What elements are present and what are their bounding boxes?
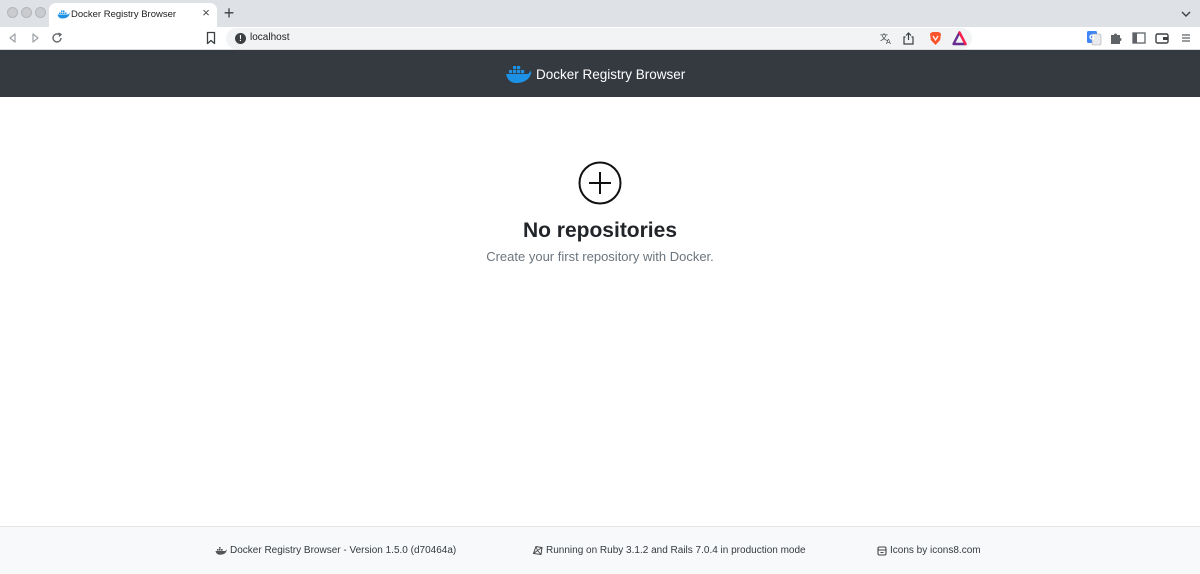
docker-whale-icon	[57, 10, 70, 19]
tab-close-icon[interactable]: ×	[199, 6, 213, 20]
new-tab-button[interactable]: +	[221, 4, 237, 22]
window-close-button[interactable]	[7, 7, 18, 18]
empty-state: No repositories Create your first reposi…	[0, 160, 1200, 264]
wallet-icon[interactable]	[1154, 30, 1170, 46]
browser-tab-strip: Docker Registry Browser × +	[0, 0, 1200, 27]
plus-circle-icon	[578, 161, 622, 205]
translate-icon[interactable]: 文 A	[879, 31, 894, 46]
svg-text:G: G	[1089, 34, 1095, 42]
bookmark-icon[interactable]	[205, 31, 217, 45]
reload-icon[interactable]	[50, 31, 64, 45]
sidebar-toggle-icon[interactable]	[1131, 30, 1147, 46]
window-zoom-button[interactable]	[35, 7, 46, 18]
footer-runtime-text: Running on Ruby 3.1.2 and Rails 7.0.4 in…	[546, 545, 806, 556]
menu-icon[interactable]	[1178, 30, 1194, 46]
empty-state-title: No repositories	[522, 219, 678, 242]
footer-credits: Icons by icons8.com	[877, 545, 981, 556]
back-arrow-icon[interactable]	[6, 31, 20, 45]
brand-link[interactable]: Docker Registry Browser	[505, 63, 685, 85]
docker-whale-icon	[215, 547, 227, 555]
app-navbar: Docker Registry Browser	[0, 50, 1200, 97]
ruby-gem-icon	[532, 545, 543, 556]
puzzle-extensions-icon[interactable]	[1108, 30, 1124, 46]
brave-rewards-icon[interactable]	[952, 31, 967, 46]
forward-arrow-icon[interactable]	[28, 31, 42, 45]
chevron-down-icon[interactable]	[1180, 8, 1192, 20]
svg-text:A: A	[886, 38, 891, 46]
footer-version-text: Docker Registry Browser - Version 1.5.0 …	[230, 545, 457, 556]
info-icon[interactable]: !	[235, 33, 246, 44]
brand-name: Docker Registry Browser	[536, 66, 686, 82]
footer-runtime: Running on Ruby 3.1.2 and Rails 7.0.4 in…	[532, 545, 806, 556]
browser-toolbar: ! localhost 文 A G	[0, 27, 1200, 50]
icons8-logo-icon	[877, 545, 887, 556]
window-minimize-button[interactable]	[21, 7, 32, 18]
browser-tab[interactable]: Docker Registry Browser ×	[49, 3, 217, 27]
address-bar[interactable]: ! localhost 文 A	[226, 28, 972, 49]
address-url[interactable]: localhost	[250, 32, 289, 43]
docker-whale-icon	[506, 66, 532, 83]
brave-shields-icon[interactable]	[928, 31, 943, 46]
empty-state-subtitle: Create your first repository with Docker…	[486, 249, 714, 264]
footer-credits-text[interactable]: Icons by icons8.com	[890, 545, 981, 556]
tab-title: Docker Registry Browser	[71, 9, 177, 20]
share-icon[interactable]	[901, 31, 916, 46]
footer: Docker Registry Browser - Version 1.5.0 …	[0, 526, 1200, 574]
google-translate-extension-icon[interactable]: G	[1086, 30, 1102, 46]
footer-version: Docker Registry Browser - Version 1.5.0 …	[215, 545, 456, 556]
